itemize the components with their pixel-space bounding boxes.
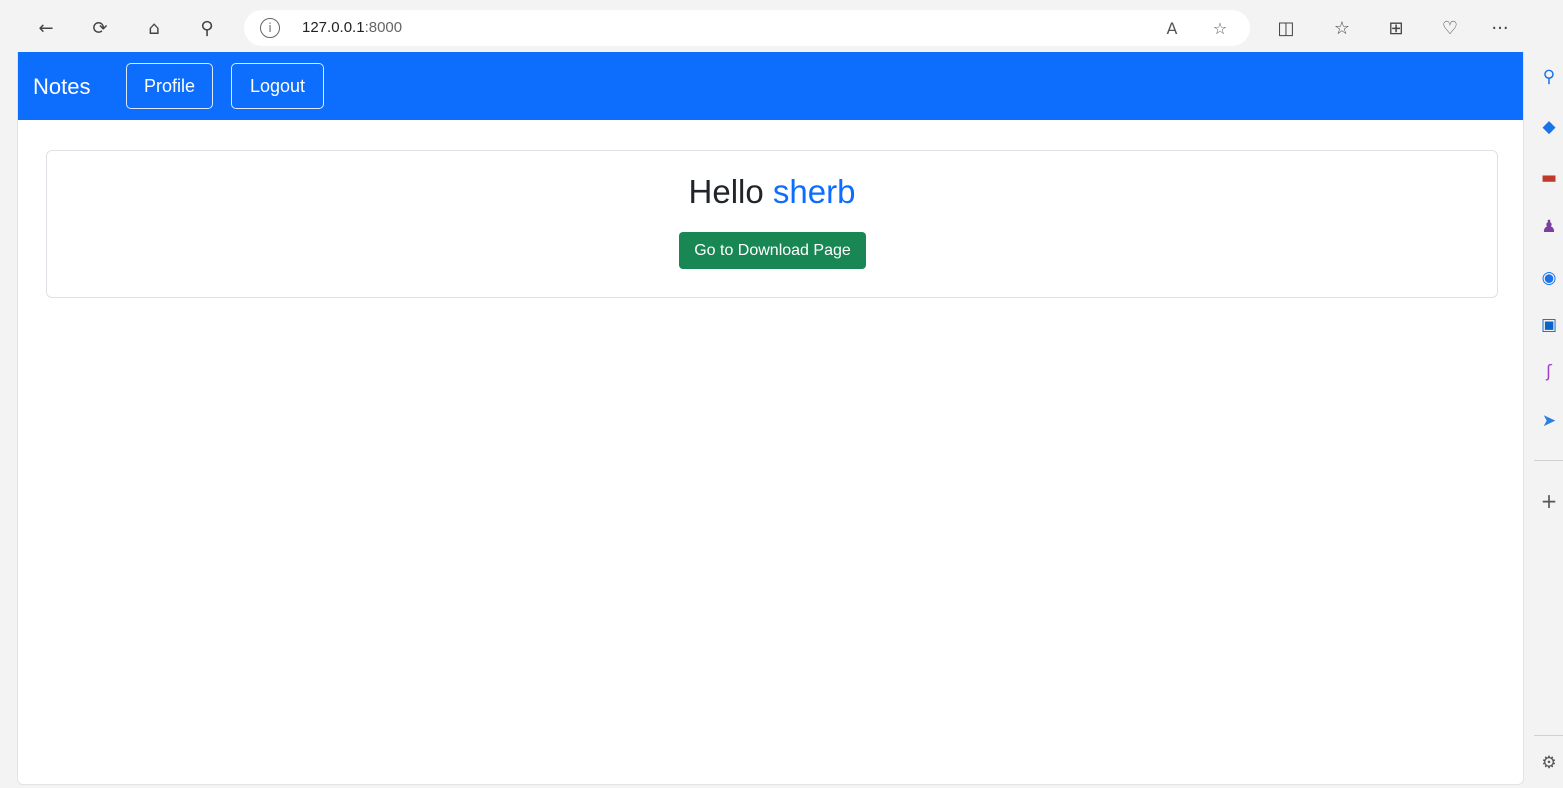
more-icon[interactable]: ···	[1486, 14, 1514, 42]
people-icon[interactable]: ♟	[1536, 214, 1562, 240]
welcome-card: Hello sherb Go to Download Page	[46, 150, 1498, 298]
username: sherb	[772, 173, 856, 210]
address-host: 127.0.0.1	[302, 19, 365, 36]
read-aloud-icon[interactable]: A	[1160, 16, 1184, 40]
refresh-icon[interactable]: ⟳	[86, 14, 114, 42]
address-bar[interactable]: i 127.0.0.1:8000 A ☆	[244, 10, 1250, 46]
back-icon[interactable]: ←	[32, 14, 60, 42]
address-port: :8000	[364, 19, 403, 36]
browser-sidebar: ⚲ ◆ ▬ ♟ ◉ ▣ ʃ ➤ + ⚙	[1528, 0, 1563, 788]
greeting-heading: Hello sherb	[47, 173, 1497, 211]
shopping-tag-icon[interactable]: ◆	[1536, 114, 1562, 140]
split-screen-icon[interactable]: ◫	[1272, 14, 1300, 42]
tools-icon[interactable]: ▬	[1536, 165, 1562, 191]
site-info-icon[interactable]: i	[260, 18, 280, 38]
sidebar-divider-bottom	[1534, 735, 1563, 736]
navbar-brand[interactable]: Notes	[33, 74, 90, 100]
browser-essentials-icon[interactable]: ♡	[1436, 14, 1464, 42]
designer-icon[interactable]: ʃ	[1536, 359, 1562, 385]
logout-button[interactable]: Logout	[231, 63, 324, 109]
collections-icon[interactable]: ⊞	[1382, 14, 1410, 42]
page-viewport: Notes Profile Logout Hello sherb Go to D…	[17, 52, 1524, 785]
sidebar-search-icon[interactable]: ⚲	[1536, 64, 1562, 90]
outlook-icon[interactable]: ▣	[1536, 312, 1562, 338]
favorite-star-icon[interactable]: ☆	[1208, 16, 1232, 40]
search-icon[interactable]: ⚲	[193, 14, 221, 42]
settings-icon[interactable]: ⚙	[1536, 750, 1562, 776]
download-page-button[interactable]: Go to Download Page	[679, 232, 866, 269]
send-icon[interactable]: ➤	[1536, 408, 1562, 434]
browser-toolbar: ← ⟳ ⌂ ⚲ i 127.0.0.1:8000 A ☆ ◫ ☆ ⊞ ♡ ···…	[0, 0, 1563, 52]
home-icon[interactable]: ⌂	[140, 14, 168, 42]
profile-button[interactable]: Profile	[126, 63, 213, 109]
navbar: Notes Profile Logout	[18, 52, 1523, 120]
add-icon[interactable]: +	[1536, 488, 1562, 514]
favorites-icon[interactable]: ☆	[1328, 14, 1356, 42]
sidebar-divider	[1534, 460, 1563, 461]
address-url[interactable]: 127.0.0.1:8000	[302, 19, 402, 36]
greeting-text: Hello	[688, 173, 764, 210]
office-icon[interactable]: ◉	[1536, 265, 1562, 291]
